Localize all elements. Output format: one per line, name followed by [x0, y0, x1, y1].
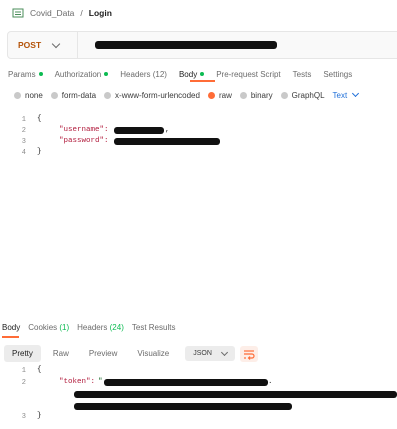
method-label: POST [18, 40, 42, 50]
line-number: 1 [21, 116, 26, 124]
redacted-username [114, 127, 164, 134]
radio-binary[interactable]: binary [239, 90, 273, 100]
body-format-label: Text [332, 90, 348, 100]
radio-none[interactable]: none [14, 91, 43, 100]
radio-icon [239, 91, 247, 99]
radio-raw-label: raw [218, 90, 232, 100]
token-line-dot: . [268, 378, 273, 386]
response-line-token[interactable]: "token": [59, 378, 95, 386]
headers-count: (24) [109, 323, 124, 332]
cookies-count: (1) [59, 323, 70, 332]
collection-icon [12, 8, 24, 18]
line-number: 3 [21, 413, 26, 421]
radio-selected-icon [207, 91, 215, 99]
collection-name[interactable]: Covid_Data [30, 8, 74, 18]
line-number: 2 [21, 127, 26, 135]
headers-label: Headers [77, 323, 108, 332]
response-tab-cookies[interactable]: Cookies (1) [28, 323, 69, 335]
view-pretty[interactable]: Pretty [4, 345, 41, 362]
radio-urlencoded-label: x-www-form-urlencoded [115, 90, 200, 100]
json-key-password: "password": [59, 137, 109, 145]
line-number: 1 [21, 367, 26, 375]
tab-tests[interactable]: Tests [293, 67, 312, 81]
view-preview[interactable]: Preview [81, 345, 125, 362]
radio-icon [14, 91, 21, 99]
tab-authorization-label: Authorization [54, 69, 102, 79]
redacted-token-line2 [74, 391, 397, 398]
active-response-tab-indicator [2, 336, 19, 338]
tab-headers[interactable]: Headers (12) [120, 67, 167, 81]
radio-urlencoded[interactable]: x-www-form-urlencoded [104, 91, 200, 100]
response-tab-test-results[interactable]: Test Results [132, 323, 176, 335]
radio-form-data[interactable]: form-data [50, 90, 97, 100]
tab-pre-request-label: Pre-request Script [216, 69, 281, 79]
radio-binary-label: binary [250, 90, 273, 100]
json-key-token: "token": [59, 378, 96, 386]
code-open-brace: { [37, 115, 42, 123]
wrap-icon [244, 350, 255, 360]
code-line-password[interactable]: "password": [59, 137, 109, 145]
radio-graphql-label: GraphQL [291, 90, 325, 100]
request-bar: POST [7, 31, 397, 59]
cookies-label: Cookies [28, 323, 58, 332]
radio-none-label: none [25, 90, 43, 100]
tab-body-label: Body [178, 69, 198, 79]
radio-icon [50, 91, 58, 99]
code-comma: , [165, 126, 170, 134]
tab-body[interactable]: Body [178, 67, 205, 81]
response-close-brace: } [37, 412, 42, 420]
response-tab-body[interactable]: Body [2, 323, 20, 335]
redacted-token-line3 [74, 403, 292, 410]
redacted-token-line1 [104, 379, 268, 386]
radio-icon [280, 91, 288, 99]
tab-settings[interactable]: Settings [323, 67, 352, 81]
breadcrumb-separator: / [80, 8, 83, 18]
breadcrumb: Covid_Data / Login [12, 5, 112, 21]
response-tab-headers[interactable]: Headers (24) [77, 323, 124, 335]
token-open-quote: " [98, 378, 103, 386]
tab-tests-label: Tests [292, 69, 312, 79]
request-tabs: Params Authorization Headers (12) Body P… [8, 67, 364, 81]
radio-graphql[interactable]: GraphQL [280, 90, 325, 100]
radio-form-data-label: form-data [61, 90, 97, 100]
status-dot [104, 72, 109, 76]
tab-params-label: Params [8, 69, 36, 79]
tab-settings-label: Settings [323, 69, 353, 79]
request-name[interactable]: Login [89, 8, 112, 18]
status-dot [200, 72, 205, 76]
status-dot [38, 72, 43, 76]
code-line-username[interactable]: "username": [59, 126, 109, 134]
tab-params[interactable]: Params [8, 67, 43, 81]
tab-headers-label: Headers (12) [120, 69, 167, 79]
response-open-brace: { [37, 366, 42, 374]
response-view-bar: Pretty Raw Preview Visualize JSON [4, 344, 235, 363]
response-format-select[interactable]: JSON [185, 346, 235, 361]
view-raw[interactable]: Raw [45, 345, 77, 362]
body-format-select[interactable]: Text [332, 89, 360, 100]
tab-pre-request-script[interactable]: Pre-request Script [216, 67, 280, 81]
line-number: 2 [21, 379, 26, 387]
url-input[interactable] [95, 41, 277, 49]
redacted-password [114, 138, 220, 145]
view-visualize[interactable]: Visualize [129, 345, 177, 362]
code-close-brace: } [37, 148, 42, 156]
method-select[interactable]: POST [8, 32, 78, 58]
wrap-lines-button[interactable] [240, 346, 258, 362]
response-tabs: Body Cookies (1) Headers (24) Test Resul… [2, 323, 183, 335]
json-key-username: "username": [59, 126, 109, 134]
radio-icon [104, 91, 112, 99]
chevron-down-icon [352, 89, 360, 98]
chevron-down-icon [220, 348, 228, 356]
radio-raw[interactable]: raw [207, 90, 232, 100]
line-number: 3 [21, 138, 26, 146]
line-number: 4 [21, 149, 26, 157]
body-type-selector: none form-data x-www-form-urlencoded raw… [14, 89, 360, 101]
response-format-label: JSON [193, 350, 212, 357]
chevron-down-icon [51, 39, 61, 48]
tab-authorization[interactable]: Authorization [55, 67, 109, 81]
active-tab-indicator [190, 80, 215, 82]
